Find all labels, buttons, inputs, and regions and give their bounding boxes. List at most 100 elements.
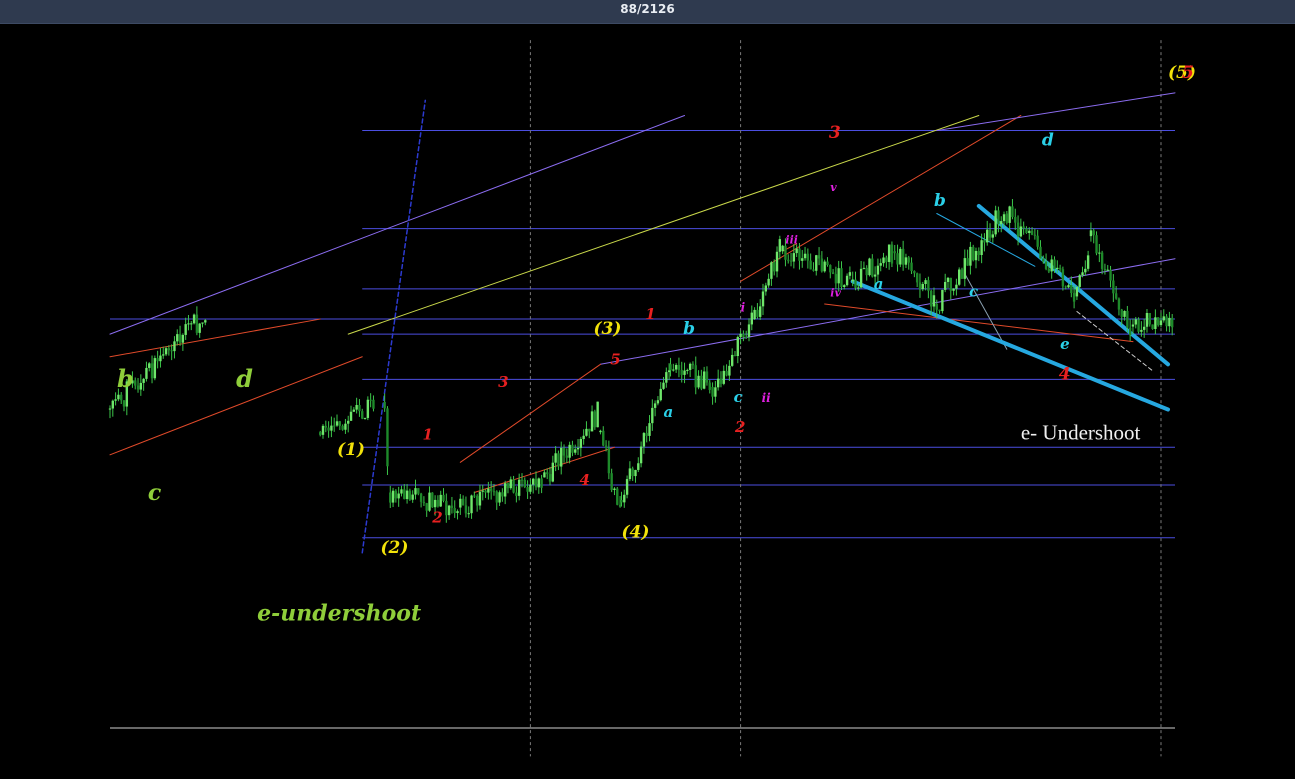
trend-lines — [109, 92, 1176, 554]
candle-body — [442, 494, 445, 501]
candle-body — [173, 341, 176, 352]
candle-body — [952, 288, 955, 291]
candle-body — [653, 403, 657, 408]
candle-body — [1123, 310, 1126, 317]
candle-body — [1072, 293, 1076, 302]
candle-body — [1064, 286, 1067, 288]
candle-body — [610, 473, 613, 490]
candle-body — [1044, 261, 1048, 269]
wave-label: 2 — [734, 418, 745, 436]
candle-body — [571, 444, 574, 453]
candle-body — [506, 483, 510, 489]
candle-body — [708, 382, 711, 390]
candle-body — [456, 511, 459, 514]
candle-body — [164, 348, 168, 355]
candle-body — [414, 488, 417, 495]
candle-body — [924, 280, 927, 284]
candle-body — [620, 500, 623, 503]
candle-body — [1100, 252, 1104, 269]
candle-body — [461, 498, 465, 506]
candle-body — [1005, 213, 1009, 223]
candle-body — [744, 336, 748, 338]
candle-body — [957, 269, 961, 285]
candle-body — [596, 401, 599, 428]
wave-label: a — [874, 275, 884, 293]
candle-body — [517, 479, 521, 496]
candle-body — [1036, 235, 1039, 247]
candle-body — [108, 408, 112, 410]
candle-body — [871, 258, 874, 277]
candle-body — [120, 394, 123, 401]
horizontal-levels — [110, 130, 1175, 539]
candle-body — [1067, 285, 1070, 288]
candle-body — [327, 427, 330, 431]
candle-body — [815, 255, 818, 271]
wave-label: (1) — [337, 440, 365, 460]
candle-body — [201, 322, 204, 324]
candle-body — [1061, 269, 1065, 287]
candle-body — [512, 479, 515, 493]
candle-body — [192, 314, 196, 324]
candle-body — [625, 479, 629, 495]
candle-body — [1109, 269, 1112, 281]
candle-body — [789, 260, 793, 262]
candle-body — [983, 240, 986, 243]
candle-body — [1086, 255, 1090, 269]
candle-body — [651, 407, 654, 424]
candle-body — [408, 490, 412, 500]
candle-body — [736, 337, 739, 357]
wave-label: v — [830, 181, 837, 194]
candle-body — [330, 425, 333, 431]
candle-body — [1095, 235, 1098, 254]
candle-body — [347, 420, 350, 424]
wave-label: 5 — [610, 350, 620, 368]
candle-body — [943, 281, 947, 290]
candle-body — [565, 455, 569, 458]
candle-body — [694, 365, 697, 388]
candle-body — [204, 320, 207, 323]
candle-body — [582, 435, 585, 439]
trend-line — [976, 203, 1170, 367]
candle-body — [540, 478, 543, 488]
candle-body — [831, 272, 835, 275]
wave-label: 2 — [431, 509, 442, 527]
candle-body — [467, 513, 470, 515]
trend-line — [824, 303, 1134, 343]
candle-body — [949, 277, 952, 291]
candle-body — [450, 505, 454, 509]
candle-body — [927, 280, 930, 291]
candle-body — [756, 309, 759, 317]
candle-body — [498, 492, 501, 503]
candle-body — [904, 257, 908, 265]
candle-body — [980, 240, 983, 255]
candle-body — [733, 354, 737, 357]
candle-body — [515, 492, 518, 496]
candle-body — [1084, 268, 1087, 273]
candle-body — [1019, 226, 1023, 237]
candle-body — [447, 505, 451, 516]
candle-body — [1058, 267, 1062, 270]
candle-body — [372, 399, 375, 409]
wave-labels: b dce-undershoot(1)(2)(3)(4)(5)1234512345… — [117, 63, 1196, 627]
candle-body — [321, 425, 325, 435]
candle-body — [725, 370, 728, 376]
candle-body — [837, 268, 840, 284]
candle-body — [170, 350, 173, 352]
wave-label: d — [236, 364, 253, 393]
candle-body — [543, 472, 546, 478]
candle-body — [588, 428, 591, 432]
candle-body — [1014, 217, 1017, 223]
candle-body — [700, 375, 703, 389]
candle-body — [778, 239, 782, 252]
candle-body — [662, 382, 665, 389]
candle-body — [857, 287, 860, 289]
candle-body — [921, 283, 924, 290]
candle-body — [1117, 298, 1121, 310]
candle-body — [554, 453, 557, 463]
candle-body — [775, 251, 779, 272]
wave-label: 4 — [1059, 364, 1071, 384]
candle-body — [167, 348, 171, 351]
candle-body — [761, 291, 765, 307]
candle-body — [1039, 246, 1042, 259]
candle-body — [753, 309, 756, 320]
